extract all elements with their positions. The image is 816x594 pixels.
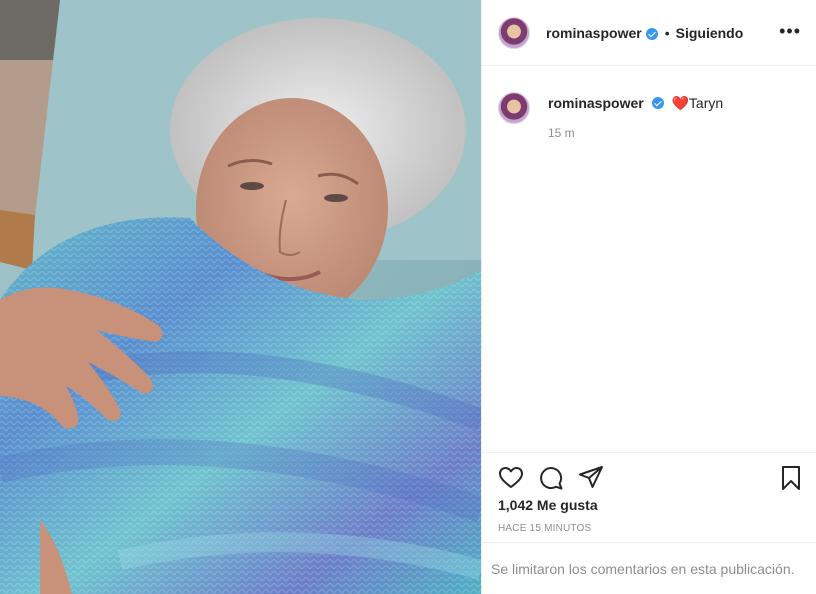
following-button[interactable]: Siguiendo: [676, 25, 744, 41]
caption-row: rominaspower ❤️Taryn 15 m: [498, 90, 801, 142]
action-bar: [482, 452, 816, 499]
paper-plane-icon[interactable]: [578, 465, 604, 491]
verified-badge-icon: [645, 27, 658, 40]
comments-limited-notice: Se limitaron los comentarios en esta pub…: [482, 542, 816, 594]
caption-text: Taryn: [688, 95, 724, 111]
comment-bubble-icon[interactable]: [538, 465, 564, 491]
header-separator: •: [664, 24, 670, 41]
caption-avatar[interactable]: [498, 92, 530, 124]
post-header: rominaspower • Siguiendo •••: [482, 0, 816, 66]
caption-username[interactable]: rominaspower: [548, 95, 644, 111]
comments-section: rominaspower ❤️Taryn 15 m: [482, 66, 816, 452]
post-sidebar: rominaspower • Siguiendo ••• rominaspowe…: [481, 0, 816, 594]
bookmark-icon[interactable]: [778, 465, 804, 491]
caption-body: rominaspower ❤️Taryn 15 m: [548, 94, 723, 142]
heart-outline-icon[interactable]: [498, 465, 524, 491]
post-timestamp[interactable]: HACE 15 MINUTOS: [498, 523, 591, 534]
likes-count[interactable]: 1,042 Me gusta: [498, 497, 598, 513]
caption-timestamp[interactable]: 15 m: [548, 124, 723, 142]
red-heart-emoji: ❤️: [671, 95, 689, 111]
more-options-icon[interactable]: •••: [779, 22, 801, 40]
header-username[interactable]: rominaspower: [546, 25, 642, 41]
avatar[interactable]: [498, 16, 530, 49]
post-photo-image: [0, 0, 481, 594]
post-photo[interactable]: [0, 0, 481, 594]
caption-verified-badge-icon: [651, 97, 664, 109]
